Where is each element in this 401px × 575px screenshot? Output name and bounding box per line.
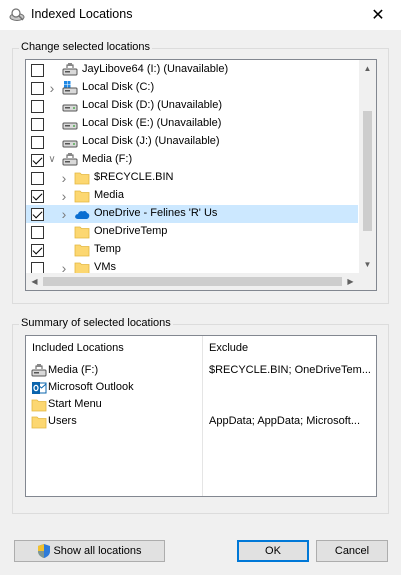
ok-label: OK — [265, 545, 281, 557]
tree-item-label: OneDriveTemp — [94, 225, 168, 237]
tree-item-label: VMs — [94, 261, 116, 273]
window-title: Indexed Locations — [31, 7, 133, 21]
tree-item[interactable]: Local Disk (J:) (Unavailable) — [26, 133, 358, 151]
vertical-scrollbar[interactable]: ▲ ▼ — [359, 60, 376, 273]
include-checkbox[interactable] — [31, 64, 44, 77]
scroll-right-icon[interactable]: ▶ — [342, 273, 359, 290]
included-location-name: Start Menu — [48, 398, 102, 410]
tree-item-label: Temp — [94, 243, 121, 255]
drive-icon — [62, 116, 78, 132]
tree-item[interactable]: › OneDrive - Felines 'R' Us — [26, 205, 358, 223]
network-drive-icon — [62, 62, 78, 78]
tree-item[interactable]: › $RECYCLE.BIN — [26, 169, 358, 187]
folder-icon — [74, 170, 90, 186]
included-location-name: Users — [48, 415, 77, 427]
tree-item-label: $RECYCLE.BIN — [94, 171, 174, 183]
network-drive-icon — [31, 363, 47, 379]
scroll-left-icon[interactable]: ◀ — [26, 273, 43, 290]
summary-list[interactable]: Included Locations Exclude Media (F:) $RE… — [25, 335, 377, 497]
vertical-scroll-thumb[interactable] — [363, 111, 372, 231]
include-checkbox[interactable] — [31, 244, 44, 257]
folder-icon — [31, 397, 47, 413]
include-checkbox[interactable] — [31, 118, 44, 131]
chevron-right-icon[interactable]: › — [47, 81, 57, 95]
tree-item[interactable]: JayLibove64 (I:) (Unavailable) — [26, 61, 358, 79]
tree-item[interactable]: Local Disk (D:) (Unavailable) — [26, 97, 358, 115]
close-button[interactable]: ✕ — [355, 0, 401, 30]
title-bar: Indexed Locations ✕ — [0, 0, 401, 30]
show-all-label: Show all locations — [53, 545, 142, 557]
tree-item[interactable]: Local Disk (E:) (Unavailable) — [26, 115, 358, 133]
indexing-options-icon — [9, 8, 25, 21]
include-checkbox[interactable] — [31, 82, 44, 95]
scroll-corner — [359, 273, 376, 290]
folder-icon — [74, 242, 90, 258]
windows-drive-icon — [62, 80, 78, 96]
scroll-down-icon[interactable]: ▼ — [359, 256, 376, 273]
tree-item[interactable]: OneDriveTemp — [26, 223, 358, 241]
include-checkbox[interactable] — [31, 190, 44, 203]
include-checkbox[interactable] — [31, 100, 44, 113]
horizontal-scroll-thumb[interactable] — [43, 277, 342, 286]
scroll-up-icon[interactable]: ▲ — [359, 60, 376, 77]
network-drive-icon — [62, 152, 78, 168]
tree-item-label: Local Disk (C:) — [82, 81, 155, 93]
tree-item-label: Media (F:) — [82, 153, 133, 165]
include-checkbox[interactable] — [31, 154, 44, 167]
chevron-right-icon[interactable]: › — [59, 189, 69, 203]
chevron-right-icon[interactable]: › — [59, 171, 69, 185]
included-location-name: Microsoft Outlook — [48, 381, 134, 393]
tree-item-label: Local Disk (J:) (Unavailable) — [82, 135, 220, 147]
ok-button[interactable]: OK — [237, 540, 309, 562]
summary-row[interactable]: Start Menu — [26, 396, 376, 413]
tree-item-label: Local Disk (D:) (Unavailable) — [82, 99, 222, 111]
exclude-value: $RECYCLE.BIN; OneDriveTem... — [209, 364, 371, 376]
folder-icon — [74, 188, 90, 204]
summary-row[interactable]: Media (F:) $RECYCLE.BIN; OneDriveTem... — [26, 362, 376, 379]
col-included-header[interactable]: Included Locations — [32, 342, 124, 354]
drive-icon — [62, 98, 78, 114]
exclude-value: AppData; AppData; Microsoft... — [209, 415, 361, 427]
close-icon: ✕ — [371, 7, 385, 24]
onedrive-cloud-icon — [74, 206, 90, 222]
tree-item[interactable]: › Media — [26, 187, 358, 205]
folder-icon — [31, 414, 47, 430]
uac-shield-icon — [38, 544, 51, 558]
included-location-name: Media (F:) — [48, 364, 99, 376]
tree-item[interactable]: ∨ Media (F:) — [26, 151, 358, 169]
change-locations-label: Change selected locations — [19, 41, 153, 53]
include-checkbox[interactable] — [31, 136, 44, 149]
tree-item-label: JayLibove64 (I:) (Unavailable) — [82, 63, 229, 75]
chevron-down-icon[interactable]: ∨ — [47, 153, 57, 167]
summary-label: Summary of selected locations — [19, 317, 173, 329]
include-checkbox[interactable] — [31, 172, 44, 185]
folder-icon — [74, 224, 90, 240]
tree-item[interactable]: Temp — [26, 241, 358, 259]
summary-row[interactable]: Users AppData; AppData; Microsoft... — [26, 413, 376, 430]
include-checkbox[interactable] — [31, 226, 44, 239]
tree-item-label: OneDrive - Felines 'R' Us — [94, 207, 218, 219]
summary-row[interactable]: Microsoft Outlook — [26, 379, 376, 396]
horizontal-scrollbar[interactable]: ◀ ▶ — [26, 273, 359, 290]
tree-item-label: Local Disk (E:) (Unavailable) — [82, 117, 222, 129]
chevron-right-icon[interactable]: › — [59, 207, 69, 221]
tree-item-label: Media — [94, 189, 124, 201]
tree-item[interactable]: › Local Disk (C:) — [26, 79, 358, 97]
include-checkbox[interactable] — [31, 208, 44, 221]
cancel-button[interactable]: Cancel — [316, 540, 388, 562]
locations-tree[interactable]: JayLibove64 (I:) (Unavailable) › Local Dis… — [25, 59, 377, 291]
cancel-label: Cancel — [334, 545, 370, 557]
col-exclude-header[interactable]: Exclude — [209, 342, 248, 354]
show-all-locations-button[interactable]: Show all locations — [14, 540, 165, 562]
outlook-icon — [31, 380, 47, 396]
drive-icon — [62, 134, 78, 150]
